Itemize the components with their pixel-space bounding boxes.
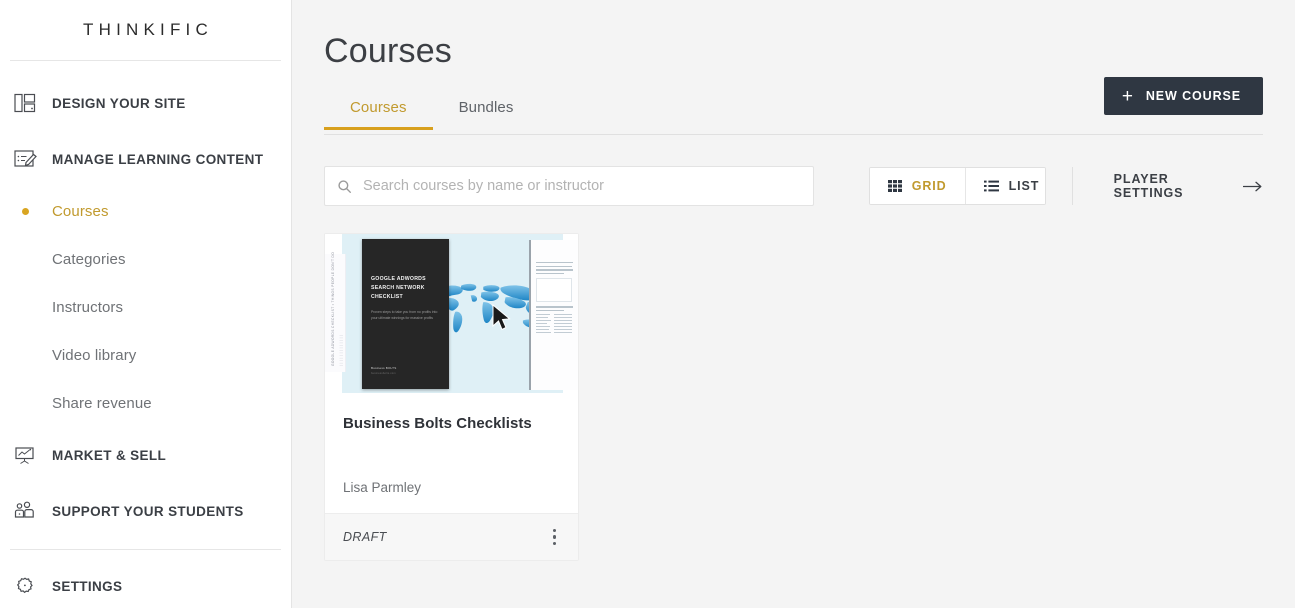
view-mode-toggle: GRID LIST	[868, 167, 1046, 205]
thumbnail-right-document	[529, 240, 578, 390]
arrow-right-icon	[1243, 181, 1263, 192]
sidebar-divider-bottom	[10, 549, 281, 550]
search-input[interactable]	[363, 178, 801, 194]
kebab-menu-icon[interactable]	[549, 523, 561, 552]
thumbnail-left-doc-text: GOOGLE ADWORDS CHECKLIST • THINGS PEOPLE…	[331, 251, 335, 366]
course-title: Business Bolts Checklists	[343, 415, 532, 432]
app-root: THINKIFIC DESIGN YOUR SITE MANAGE LEARNI…	[0, 0, 1295, 608]
sidebar: THINKIFIC DESIGN YOUR SITE MANAGE LEARNI…	[0, 0, 292, 608]
course-card-body: Business Bolts Checklists Lisa Parmley	[325, 393, 578, 513]
layout-panels-icon	[12, 90, 38, 116]
sidebar-subitem-instructors[interactable]: Instructors	[0, 283, 291, 331]
view-mode-list-button[interactable]: LIST	[964, 168, 1045, 204]
course-card-footer: DRAFT	[325, 513, 578, 560]
controls-row: GRID LIST	[324, 166, 1263, 206]
presentation-chart-icon	[12, 442, 38, 468]
list-icon	[983, 180, 999, 192]
thumbnail-cover-subtitle: Proven steps to take you from no profits…	[371, 310, 438, 321]
sidebar-item-label: SUPPORT YOUR STUDENTS	[52, 503, 244, 519]
player-settings-link[interactable]: PLAYER SETTINGS	[1114, 172, 1263, 200]
sidebar-item-settings[interactable]: SETTINGS	[0, 558, 291, 608]
sidebar-subitem-courses[interactable]: Courses	[0, 187, 291, 235]
edit-pencil-icon	[12, 146, 38, 172]
thumbnail-cover-logo: Business BOLTS businessbolts.com	[371, 366, 396, 375]
view-mode-grid-label: GRID	[911, 179, 947, 193]
thumbnail-cover-title: GOOGLE ADWORDS SEARCH NETWORK CHECKLIST	[371, 276, 426, 300]
thumbnail-book-cover: GOOGLE ADWORDS SEARCH NETWORK CHECKLIST …	[362, 239, 449, 389]
sidebar-item-support-your-students[interactable]: SUPPORT YOUR STUDENTS	[0, 483, 291, 539]
controls-divider	[1071, 167, 1073, 205]
sidebar-item-label: MANAGE LEARNING CONTENT	[52, 151, 264, 167]
thumbnail-left-document: GOOGLE ADWORDS CHECKLIST • THINGS PEOPLE…	[325, 251, 346, 372]
cursor-arrow-icon	[492, 304, 511, 331]
main-content: Courses Courses Bundles + NEW COURSE Sea…	[292, 0, 1295, 608]
sidebar-subitem-label: Categories	[52, 250, 126, 268]
search-icon	[338, 179, 352, 193]
brand-logo-text: THINKIFIC	[83, 20, 213, 39]
sidebar-item-manage-learning-content[interactable]: MANAGE LEARNING CONTENT	[0, 131, 291, 187]
grid-icon	[887, 180, 902, 192]
course-card[interactable]: GOOGLE ADWORDS CHECKLIST • THINGS PEOPLE…	[324, 233, 579, 561]
tab-bar: Courses Bundles + NEW COURSE	[324, 77, 1263, 135]
sidebar-subitem-label: Courses	[52, 202, 109, 220]
view-mode-grid-button[interactable]: GRID	[869, 168, 965, 204]
tab-bundles[interactable]: Bundles	[433, 93, 540, 129]
sidebar-subitem-categories[interactable]: Categories	[0, 235, 291, 283]
course-thumbnail: GOOGLE ADWORDS CHECKLIST • THINGS PEOPLE…	[325, 234, 578, 393]
view-mode-list-label: LIST	[1008, 179, 1040, 193]
people-icon	[12, 498, 38, 524]
active-dot-icon	[12, 207, 38, 215]
course-author: Lisa Parmley	[343, 480, 422, 495]
new-course-button[interactable]: + NEW COURSE	[1103, 77, 1263, 115]
search-box[interactable]	[324, 166, 814, 206]
sidebar-subitem-label: Video library	[52, 346, 137, 364]
brand-logo[interactable]: THINKIFIC	[0, 0, 291, 60]
new-course-label: NEW COURSE	[1145, 89, 1241, 103]
sidebar-subitem-label: Share revenue	[52, 394, 152, 412]
plus-icon: +	[1121, 85, 1134, 107]
sidebar-item-market-and-sell[interactable]: MARKET & SELL	[0, 427, 291, 483]
gear-icon	[12, 573, 38, 599]
thumbnail-cover-logo-text: Business BOLTS	[371, 366, 397, 370]
tab-courses[interactable]: Courses	[324, 93, 433, 130]
status-badge: DRAFT	[343, 530, 387, 544]
sidebar-nav: DESIGN YOUR SITE MANAGE LEARNING CONTENT	[0, 61, 291, 608]
sidebar-subitem-label: Instructors	[52, 298, 124, 316]
sidebar-subitem-share-revenue[interactable]: Share revenue	[0, 379, 291, 427]
player-settings-label: PLAYER SETTINGS	[1113, 172, 1184, 200]
sidebar-subitem-video-library[interactable]: Video library	[0, 331, 291, 379]
sidebar-item-label: DESIGN YOUR SITE	[52, 95, 186, 111]
sidebar-item-label: SETTINGS	[52, 578, 123, 594]
page-title: Courses	[324, 32, 453, 70]
thumbnail-cover-logo-sub: businessbolts.com	[371, 372, 396, 375]
sidebar-item-label: MARKET & SELL	[52, 447, 167, 463]
course-grid: GOOGLE ADWORDS CHECKLIST • THINGS PEOPLE…	[324, 233, 1263, 561]
sidebar-item-design-your-site[interactable]: DESIGN YOUR SITE	[0, 75, 291, 131]
